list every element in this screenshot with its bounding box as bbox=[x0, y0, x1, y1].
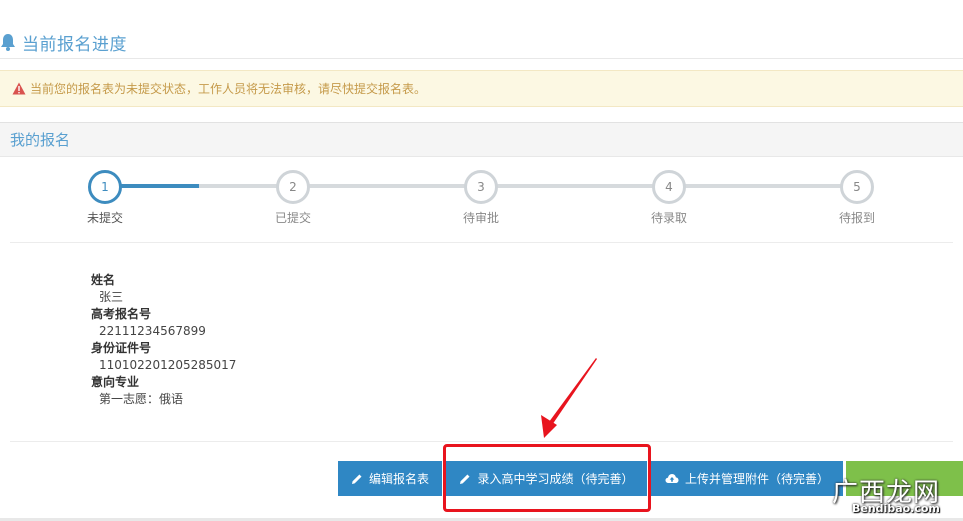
annotation-arrow bbox=[541, 358, 597, 438]
page: 当前报名进度 当前您的报名表为未提交状态，工作人员将无法审核，请尽快提交报名表。… bbox=[0, 0, 963, 521]
watermark-url: Bendibao.com bbox=[852, 502, 940, 515]
